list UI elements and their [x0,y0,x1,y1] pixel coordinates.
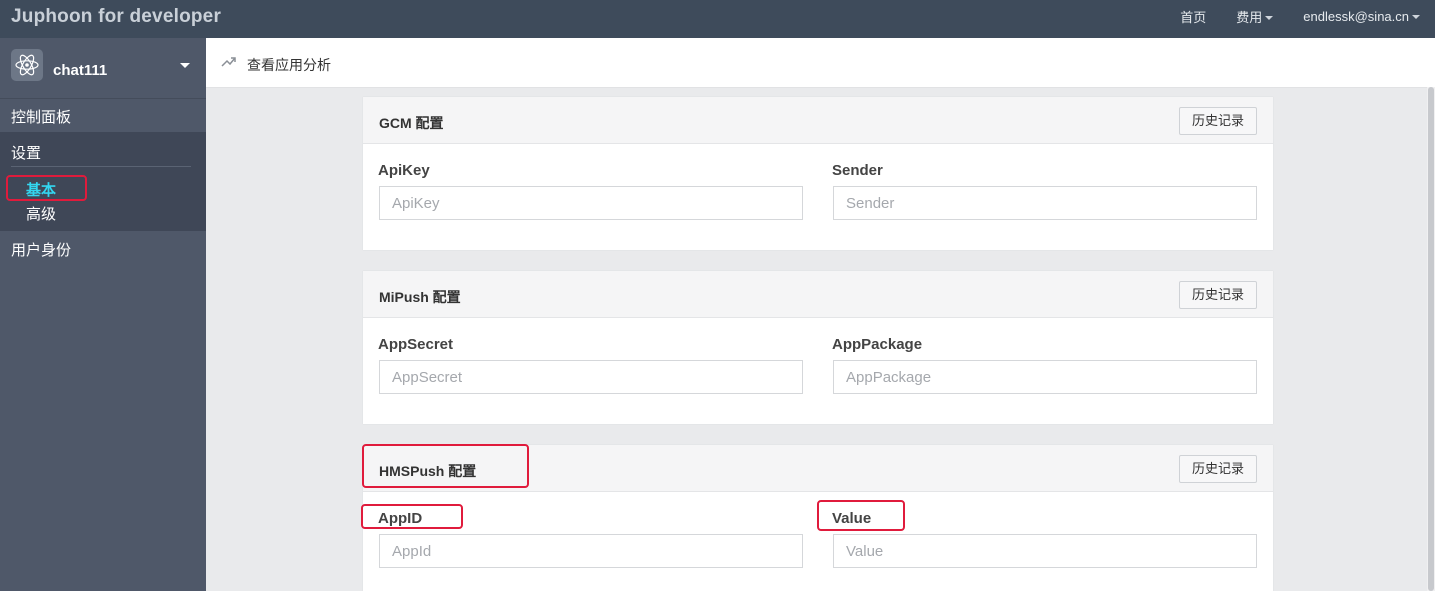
settings-group: 设置 基本 高级 [0,132,206,231]
highlight-box-appid-label [361,504,463,529]
nav-home[interactable]: 首页 [1165,7,1221,26]
highlight-box-value-label [817,500,905,531]
chevron-down-icon[interactable] [180,63,190,68]
field-label: Sender [832,162,883,179]
nav-pricing-label: 费用 [1236,9,1263,25]
trending-up-icon [221,57,236,67]
panel-header: MiPush 配置 历史记录 [363,271,1273,318]
highlight-box-basic [6,175,87,201]
app-selector[interactable]: chat111 [0,38,206,99]
sidebar-item-dashboard[interactable]: 控制面板 [0,106,206,127]
sidebar-item-settings[interactable]: 设置 [0,142,206,163]
sidebar: chat111 控制面板 设置 基本 高级 用户身份 [0,38,206,591]
apikey-input[interactable] [379,186,803,220]
panel-header: GCM 配置 历史记录 [363,97,1273,144]
sidebar-subitem-advanced[interactable]: 高级 [26,203,56,224]
divider [11,166,191,167]
atom-icon [11,49,43,81]
app-name: chat111 [53,62,108,79]
chevron-down-icon [1265,16,1274,21]
scrollbar[interactable] [1427,87,1435,591]
field-label: AppPackage [832,336,923,353]
history-button[interactable]: 历史记录 [1179,455,1257,483]
apppackage-input[interactable] [833,360,1257,394]
field-label: AppSecret [378,336,454,353]
brand-title[interactable]: Juphoon for developer [11,6,221,28]
panel-title: MiPush 配置 [379,289,461,305]
chevron-down-icon [1412,15,1420,20]
history-button[interactable]: 历史记录 [1179,107,1257,135]
value-input[interactable] [833,534,1257,568]
gcm-config-panel: GCM 配置 历史记录 ApiKey Sender [363,97,1273,250]
panel-title: GCM 配置 [379,115,444,131]
account-email: endlessk@sina.cn [1303,8,1409,24]
appid-input[interactable] [379,534,803,568]
account-menu[interactable]: endlessk@sina.cn [1288,9,1435,24]
mipush-config-panel: MiPush 配置 历史记录 AppSecret AppPackage [363,271,1273,424]
appsecret-input[interactable] [379,360,803,394]
top-bar: Juphoon for developer 首页 费用 endlessk@sin… [0,0,1435,38]
sender-input[interactable] [833,186,1257,220]
subheader: 查看应用分析 [206,38,1435,88]
top-nav: 首页 费用 endlessk@sina.cn [1165,0,1435,32]
history-button[interactable]: 历史记录 [1179,281,1257,309]
field-label: ApiKey [378,162,430,179]
app-analytics-link[interactable]: 查看应用分析 [247,55,331,75]
scrollbar-thumb[interactable] [1428,87,1434,591]
highlight-box-hmspush-title [362,444,529,488]
nav-pricing[interactable]: 费用 [1221,7,1288,26]
sidebar-item-user-identity[interactable]: 用户身份 [0,239,206,260]
